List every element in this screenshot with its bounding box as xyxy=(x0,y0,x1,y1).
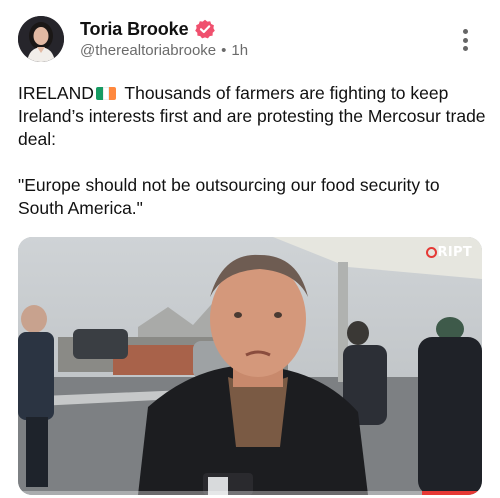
verified-badge-icon xyxy=(194,19,215,39)
more-vertical-icon xyxy=(462,29,468,34)
post-text: IRELAND Thousands of farmers are fightin… xyxy=(18,82,488,220)
author-display-name[interactable]: Toria Brooke xyxy=(80,19,189,40)
author-name-row: Toria Brooke xyxy=(80,18,215,40)
post-quote: "Europe should not be outsourcing our fo… xyxy=(18,175,440,218)
avatar-portrait xyxy=(18,16,64,62)
author-meta-row: @therealtoriabrooke • 1h xyxy=(80,42,248,59)
ript-watermark-text: RIPT xyxy=(437,245,472,260)
more-options-button[interactable] xyxy=(455,27,475,53)
video-frame xyxy=(18,237,482,495)
post-body-paragraph: IRELAND Thousands of farmers are fightin… xyxy=(18,82,488,151)
video-progress-track[interactable] xyxy=(18,491,482,495)
ript-watermark: RIPT xyxy=(425,245,472,260)
ireland-flag-icon xyxy=(95,87,116,100)
ript-logo-icon xyxy=(425,247,437,258)
post-video[interactable]: RIPT xyxy=(18,237,482,495)
author-handle[interactable]: @therealtoriabrooke xyxy=(80,42,216,59)
post-timestamp[interactable]: 1h xyxy=(231,42,248,59)
post-lead: IRELAND xyxy=(18,83,94,103)
video-progress-marker xyxy=(422,491,482,495)
author-avatar[interactable] xyxy=(18,16,64,62)
meta-separator: • xyxy=(221,42,227,59)
